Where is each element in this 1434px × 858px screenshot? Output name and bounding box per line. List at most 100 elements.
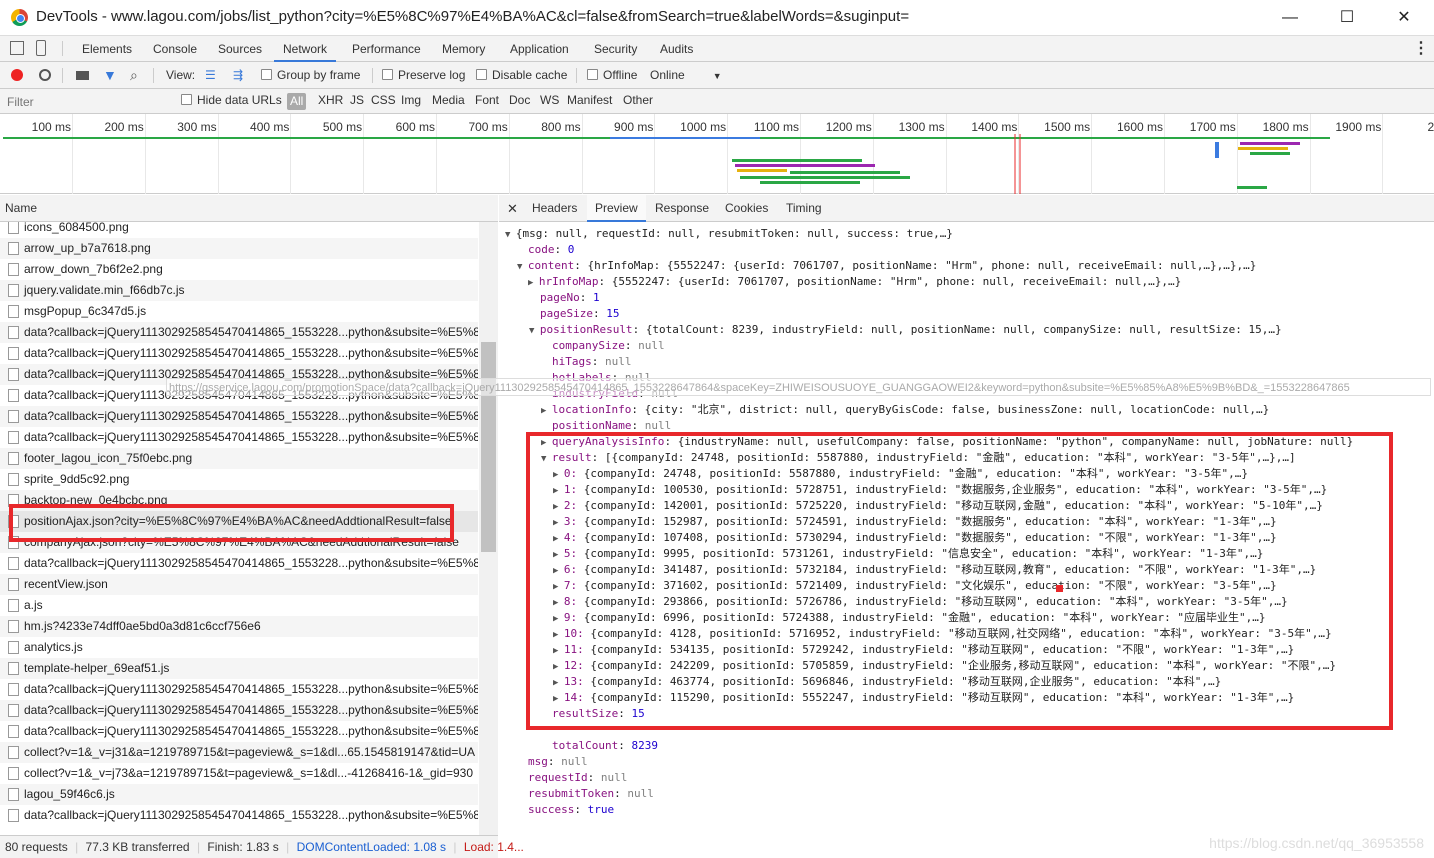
tab-elements[interactable]: Elements [82, 36, 132, 62]
search-icon[interactable]: ⌕ [130, 62, 138, 89]
request-row[interactable]: data?callback=jQuery11130292585454704148… [0, 700, 478, 721]
device-toolbar-icon[interactable] [36, 40, 46, 56]
request-row[interactable]: data?callback=jQuery11130292585454704148… [0, 679, 478, 700]
request-row[interactable]: jquery.validate.min_f66db7c.js [0, 280, 478, 301]
preserve-log-checkbox[interactable]: Preserve log [382, 62, 465, 89]
request-row[interactable]: lagou_59f46c6.js [0, 784, 478, 805]
tab-memory[interactable]: Memory [442, 36, 485, 62]
tree-locationinfo[interactable]: ▶ locationInfo: {city: "北京", district: n… [541, 402, 1269, 418]
request-row[interactable]: collect?v=1&_v=j31&a=1219789715&t=pagevi… [0, 742, 478, 763]
filter-type-ws[interactable]: WS [540, 87, 559, 114]
window-title: DevTools - www.lagou.com/jobs/list_pytho… [36, 8, 910, 25]
request-row[interactable]: recentView.json [0, 574, 478, 595]
window-titlebar: DevTools - www.lagou.com/jobs/list_pytho… [0, 0, 1434, 36]
request-list-panel: Name icons_6084500.png arrow_up_b7a7618.p… [0, 195, 498, 835]
more-options-icon[interactable]: ⋮ [1413, 36, 1429, 62]
request-row[interactable]: arrow_down_7b6f2e2.png [0, 259, 478, 280]
tab-console[interactable]: Console [153, 36, 197, 62]
request-row[interactable]: analytics.js [0, 637, 478, 658]
group-by-frame-label: Group by frame [277, 68, 361, 82]
filter-type-media[interactable]: Media [432, 87, 465, 114]
filter-input[interactable] [3, 92, 168, 111]
tree-pagesize: pageSize: 15 [540, 307, 620, 320]
close-detail-icon[interactable]: ✕ [507, 195, 518, 222]
scrollbar-thumb[interactable] [481, 342, 496, 552]
tree-root[interactable]: ▼ {msg: null, requestId: null, resubmitT… [505, 226, 953, 242]
request-row[interactable]: data?callback=jQuery11130292585454704148… [0, 343, 478, 364]
request-row[interactable]: data?callback=jQuery11130292585454704148… [0, 553, 478, 574]
request-row[interactable]: data?callback=jQuery11130292585454704148… [0, 805, 478, 826]
tree-hrinfomap[interactable]: ▶ hrInfoMap: {5552247: {userId: 7061707,… [528, 274, 1181, 290]
name-column-header[interactable]: Name [0, 195, 498, 222]
url-tooltip: https://gsservice.lagou.com/promotionSpa… [166, 378, 1431, 396]
tree-positionresult[interactable]: ▼ positionResult: {totalCount: 8239, ind… [529, 322, 1282, 338]
filter-type-other[interactable]: Other [623, 87, 653, 114]
request-row[interactable]: arrow_up_b7a7618.png [0, 238, 478, 259]
disable-cache-checkbox[interactable]: Disable cache [476, 62, 567, 89]
tab-preview[interactable]: Preview [587, 195, 646, 222]
request-row[interactable]: data?callback=jQuery11130292585454704148… [0, 721, 478, 742]
tab-network[interactable]: Network [274, 36, 337, 62]
request-row[interactable]: data?callback=jQuery11130292585454704148… [0, 322, 478, 343]
tree-msg: msg: null [528, 755, 588, 768]
filter-type-js[interactable]: JS [350, 87, 364, 114]
filter-type-css[interactable]: CSS [371, 87, 396, 114]
offline-checkbox[interactable]: Offline [587, 62, 637, 89]
request-row[interactable]: sprite_9dd5c92.png [0, 469, 478, 490]
tree-totalcount: totalCount: 8239 [552, 739, 658, 752]
tab-response[interactable]: Response [655, 195, 709, 222]
maximize-button[interactable]: ☐ [1335, 6, 1359, 30]
waterfall-icon[interactable]: ⇶ [233, 62, 243, 89]
tab-cookies[interactable]: Cookies [725, 195, 768, 222]
request-row[interactable]: hm.js?4233e74dff0ae5bd0a3d81c6ccf756e6 [0, 616, 478, 637]
filter-type-all[interactable]: All [287, 93, 307, 110]
filter-type-doc[interactable]: Doc [509, 87, 530, 114]
watermark: https://blog.csdn.net/qq_36953558 [1209, 835, 1424, 851]
throttling-select[interactable]: Online ▼ [650, 62, 722, 89]
tab-security[interactable]: Security [594, 36, 637, 62]
request-row[interactable]: template-helper_69eaf51.js [0, 658, 478, 679]
divider [153, 68, 154, 83]
hide-data-urls-checkbox[interactable]: Hide data URLs [181, 87, 282, 114]
request-row[interactable]: data?callback=jQuery11130292585454704148… [0, 427, 478, 448]
tree-companysize: companySize: null [552, 339, 665, 352]
filter-type-xhr[interactable]: XHR [318, 87, 343, 114]
request-row[interactable]: data?callback=jQuery11130292585454704148… [0, 406, 478, 427]
file-icon [8, 431, 19, 444]
transferred-size: 77.3 KB transferred [85, 840, 190, 854]
request-row[interactable]: collect?v=1&_v=j73&a=1219789715&t=pagevi… [0, 763, 478, 784]
request-name: msgPopup_6c347d5.js [24, 304, 147, 318]
filter-type-img[interactable]: Img [401, 87, 421, 114]
filter-icon[interactable]: ▼ [103, 62, 117, 89]
filter-bar: Hide data URLs All XHR JS CSS Img Media … [0, 89, 1434, 114]
scrollbar[interactable] [479, 222, 498, 835]
filter-type-font[interactable]: Font [475, 87, 499, 114]
record-icon[interactable] [11, 69, 23, 81]
clear-icon[interactable] [39, 69, 51, 81]
screenshot-camera-icon[interactable] [76, 71, 89, 80]
timeline-overview[interactable]: 100 ms 200 ms 300 ms 400 ms 500 ms 600 ms 700 … [0, 114, 1434, 194]
request-row[interactable]: icons_6084500.png [0, 222, 478, 238]
group-by-frame-checkbox[interactable]: Group by frame [261, 62, 360, 89]
tree-content[interactable]: ▼ content: {hrInfoMap: {5552247: {userId… [517, 258, 1256, 274]
minimize-button[interactable]: — [1278, 6, 1302, 30]
file-icon [8, 347, 19, 360]
request-name: hm.js?4233e74dff0ae5bd0a3d81c6ccf756e6 [24, 619, 261, 633]
file-icon [8, 389, 19, 402]
request-name: jquery.validate.min_f66db7c.js [24, 283, 185, 297]
request-row[interactable]: msgPopup_6c347d5.js [0, 301, 478, 322]
tree-success: success: true [528, 803, 615, 816]
tab-headers[interactable]: Headers [532, 195, 577, 222]
request-row[interactable]: footer_lagou_icon_75f0ebc.png [0, 448, 478, 469]
filter-type-manifest[interactable]: Manifest [567, 87, 612, 114]
large-rows-icon[interactable]: ☰ [205, 62, 216, 89]
tab-timing[interactable]: Timing [786, 195, 822, 222]
tab-application[interactable]: Application [510, 36, 569, 62]
tab-performance[interactable]: Performance [352, 36, 421, 62]
tab-sources[interactable]: Sources [218, 36, 262, 62]
inspect-element-icon[interactable] [10, 41, 24, 55]
tab-audits[interactable]: Audits [660, 36, 693, 62]
file-icon [8, 452, 19, 465]
close-button[interactable]: ✕ [1392, 6, 1416, 30]
request-row[interactable]: a.js [0, 595, 478, 616]
